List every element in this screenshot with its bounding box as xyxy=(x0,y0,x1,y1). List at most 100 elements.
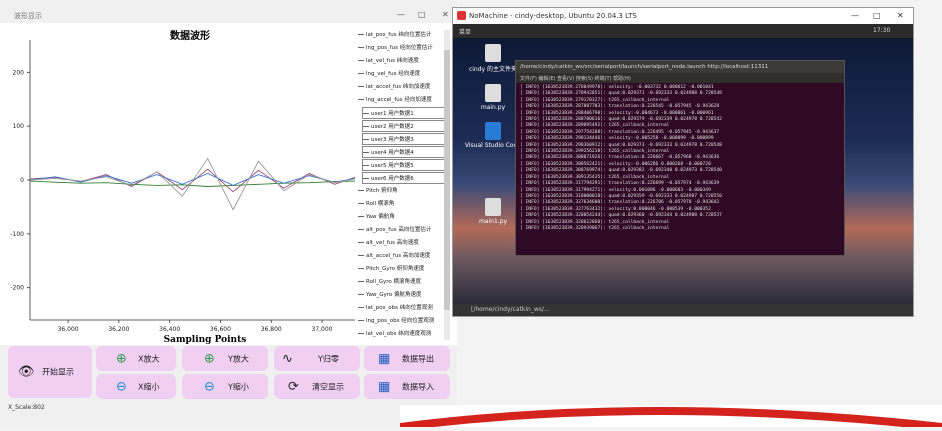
legend-item[interactable]: lat_vel_fus 纬向速度 xyxy=(358,55,450,67)
scrollbar-thumb[interactable] xyxy=(444,50,450,310)
maximize-button[interactable]: □ xyxy=(418,10,426,19)
legend-label: lat_vel_fus 纬向速度 xyxy=(366,58,419,64)
legend-swatch xyxy=(363,152,369,153)
terminal-menubar[interactable]: 文件(F) 编辑(E) 查看(V) 搜索(S) 终端(T) 帮助(H) xyxy=(516,73,844,83)
legend-label: alt_accel_fus 高向加速度 xyxy=(366,253,431,259)
legend-swatch xyxy=(358,86,364,87)
legend-swatch xyxy=(358,216,364,217)
legend-label: alt_pos_fus 高向位置估计 xyxy=(366,227,432,233)
legend-item[interactable]: alt_vel_fus 高向速度 xyxy=(358,237,450,249)
x-zoom-out-button[interactable]: ⊖ X缩小 xyxy=(96,374,176,399)
y-tick-label: 0 xyxy=(20,177,24,184)
legend-item[interactable]: Yaw_Gyro 偏航角速度 xyxy=(358,289,450,301)
window-titlebar: 波形显示 — □ ✕ xyxy=(0,7,457,23)
legend-swatch xyxy=(358,281,364,282)
desktop-icon-home[interactable]: cindy 的主文件夹 xyxy=(463,44,523,73)
legend-swatch xyxy=(358,229,364,230)
file-icon xyxy=(485,84,501,102)
legend-swatch xyxy=(363,165,369,166)
y-tick-label: -100 xyxy=(10,231,24,238)
legend-swatch xyxy=(358,73,364,74)
legend-item[interactable]: lng_vel_fus 经向速度 xyxy=(358,68,450,80)
x-tick-label: 36,600 xyxy=(210,326,231,333)
legend-item[interactable]: alt_accel_fus 高向加速度 xyxy=(358,250,450,262)
clear-display-button[interactable]: ⟳ 清空显示 xyxy=(274,374,360,399)
desktop-icon-main-py[interactable]: main.py xyxy=(463,84,523,111)
legend-swatch xyxy=(358,255,364,256)
legend-item[interactable]: Pitch 俯仰角 xyxy=(358,185,450,197)
legend-swatch xyxy=(358,190,364,191)
minimize-button[interactable]: — xyxy=(851,11,859,20)
taskbar-terminal-item[interactable]: [/home/cindy/catkin_ws/... xyxy=(471,306,550,313)
y-zoom-in-button[interactable]: ⊕ Y放大 xyxy=(182,346,268,371)
legend-item[interactable]: alt_pos_fus 高向位置估计 xyxy=(358,224,450,236)
legend-label: Pitch 俯仰角 xyxy=(366,188,398,194)
export-data-button[interactable]: ▦ 数据导出 xyxy=(364,346,450,371)
excel-icon: ▦ xyxy=(378,351,391,366)
legend-label: user6 用户数据6 xyxy=(371,176,414,182)
refresh-icon: ⟳ xyxy=(288,379,299,394)
legend-label: lat_pos_obs 纬向位置观测 xyxy=(366,305,433,311)
legend-swatch xyxy=(363,139,369,140)
legend-swatch xyxy=(358,333,364,334)
legend-swatch xyxy=(358,320,364,321)
legend-item[interactable]: lat_vel_obs 纬向速度观测 xyxy=(358,328,450,340)
legend-item[interactable]: Yaw 偏航角 xyxy=(358,211,450,223)
x-tick-label: 36,800 xyxy=(261,326,282,333)
legend-swatch xyxy=(363,178,369,179)
wave-icon: ∿ xyxy=(282,351,293,366)
legend-label: lng_pos_fus 经向位置估计 xyxy=(366,45,433,51)
vscode-icon xyxy=(485,122,501,140)
legend-swatch xyxy=(358,203,364,204)
y-tick-label: 100 xyxy=(13,123,25,130)
legend-label: alt_vel_fus 高向速度 xyxy=(366,240,419,246)
legend-label: lng_accel_fus 经向加速度 xyxy=(366,97,432,103)
legend-item[interactable]: lat_pos_obs 纬向位置观测 xyxy=(358,302,450,314)
legend-item[interactable]: user5 用户数据5 xyxy=(362,159,448,171)
legend-label: lng_vel_fus 经向速度 xyxy=(366,71,421,77)
legend-item[interactable]: lng_accel_fus 经向加速度 xyxy=(358,94,450,106)
legend-swatch xyxy=(358,60,364,61)
legend-item[interactable]: lng_pos_fus 经向位置估计 xyxy=(358,42,450,54)
minimize-button[interactable]: — xyxy=(397,10,405,19)
legend-item[interactable]: user1 用户数据1 xyxy=(362,107,448,119)
x-axis-label: Sampling Points xyxy=(163,335,247,345)
legend-item[interactable]: lng_pos_obs 经向位置观测 xyxy=(358,315,450,327)
legend-item[interactable]: user2 用户数据2 xyxy=(362,120,448,132)
waveform-window: 波形显示 — □ ✕ 数据波形 200 100 0 -100 -200 36,000 36,… xyxy=(0,0,457,427)
legend-item[interactable]: lat_accel_fus 纬向加速度 xyxy=(358,81,450,93)
legend-item[interactable]: user4 用户数据4 xyxy=(362,146,448,158)
legend-item[interactable]: lat_pos_fus 纬向位置估计 xyxy=(358,29,450,41)
legend-swatch xyxy=(358,268,364,269)
y-tick-label: 200 xyxy=(13,69,25,76)
y-reset-button[interactable]: ∿ Y归零 xyxy=(274,346,360,371)
close-button[interactable]: ✕ xyxy=(442,10,449,19)
x-tick-label: 36,400 xyxy=(159,326,180,333)
file-icon xyxy=(485,198,501,216)
legend-swatch xyxy=(358,242,364,243)
desktop-taskbar: [/home/cindy/catkin_ws/... xyxy=(453,304,913,316)
legend-item[interactable]: user6 用户数据6 xyxy=(362,172,448,184)
menu-label[interactable]: 菜单 xyxy=(459,27,471,36)
maximize-button[interactable]: □ xyxy=(873,11,881,20)
legend-label: Yaw_Gyro 偏航角速度 xyxy=(366,292,422,298)
desktop-icon-main1-py[interactable]: main1.py xyxy=(463,198,523,225)
legend-item[interactable]: user3 用户数据3 xyxy=(362,133,448,145)
start-display-button[interactable]: 👁 开始显示 xyxy=(8,346,92,398)
close-button[interactable]: ✕ xyxy=(897,11,904,20)
folder-icon xyxy=(485,44,501,62)
legend-item[interactable]: Roll_Gyro 横滚角速度 xyxy=(358,276,450,288)
legend-label: user1 用户数据1 xyxy=(371,111,414,117)
legend-swatch xyxy=(358,47,364,48)
desktop-icon-vscode[interactable]: Visual Studio Code xyxy=(463,122,523,149)
terminal-window[interactable]: /home/cindy/catkin_ws/src/serialport/lau… xyxy=(515,60,845,256)
legend-item[interactable]: Pitch_Gyro 俯仰角速度 xyxy=(358,263,450,275)
legend-scrollbar[interactable] xyxy=(444,30,450,340)
legend-swatch xyxy=(363,113,369,114)
terminal-titlebar: /home/cindy/catkin_ws/src/serialport/lau… xyxy=(516,61,844,73)
legend-item[interactable]: Roll 横滚角 xyxy=(358,198,450,210)
zoom-out-icon: ⊖ xyxy=(116,379,127,394)
import-data-button[interactable]: ▦ 数据导入 xyxy=(364,374,450,399)
y-zoom-out-button[interactable]: ⊖ Y缩小 xyxy=(182,374,268,399)
x-zoom-in-button[interactable]: ⊕ X放大 xyxy=(96,346,176,371)
